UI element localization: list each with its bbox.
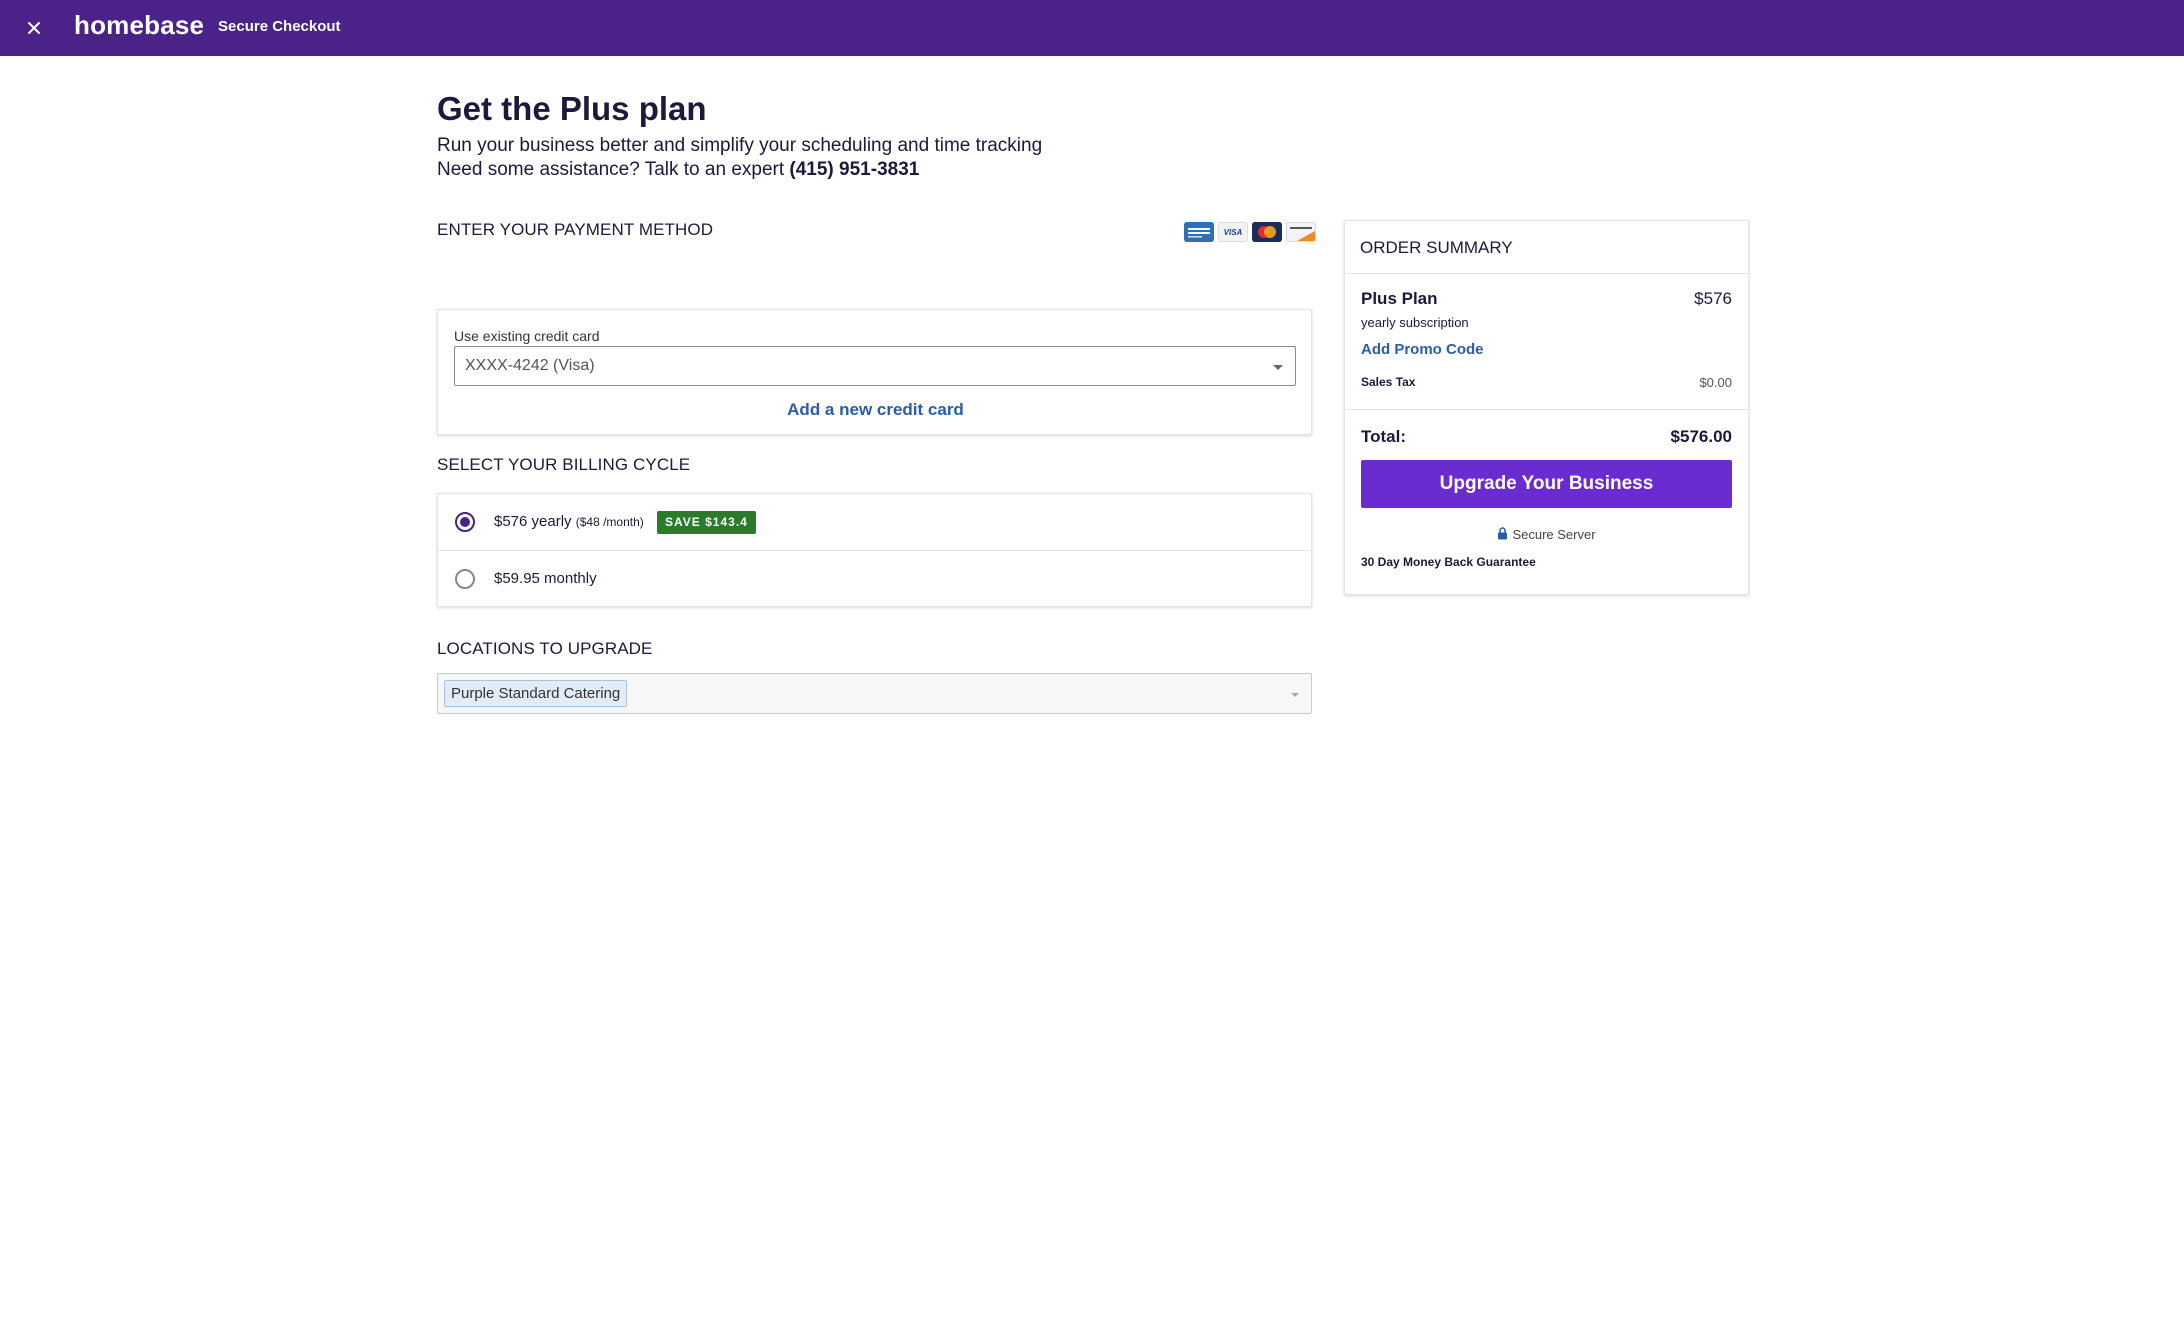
phone-number[interactable]: (415) 951-3831 (789, 159, 919, 180)
chevron-down-icon (1273, 365, 1283, 370)
mastercard-icon (1252, 222, 1282, 242)
order-summary-title: ORDER SUMMARY (1360, 238, 1513, 257)
assistance-label: Need some assistance? Talk to an expert (437, 159, 790, 180)
plan-price: $576 (1694, 289, 1732, 308)
location-tag[interactable]: Purple Standard Catering (444, 680, 628, 707)
secure-server: Secure Server (1345, 527, 1748, 543)
total-label: Total: (1361, 427, 1407, 446)
money-back-guarantee: 30 Day Money Back Guarantee (1361, 555, 1536, 569)
save-badge: SAVE $143.4 (657, 511, 756, 534)
sales-tax-value: $0.00 (1699, 375, 1732, 390)
order-summary-header: ORDER SUMMARY (1345, 221, 1748, 274)
secure-checkout-label: Secure Checkout (218, 18, 341, 35)
top-bar: homebase Secure Checkout (0, 0, 2184, 56)
summary-divider (1345, 409, 1748, 410)
total-value: $576.00 (1670, 427, 1732, 446)
lock-icon (1497, 527, 1508, 543)
billing-section-label: SELECT YOUR BILLING CYCLE (437, 455, 691, 474)
svg-text:VISA: VISA (1224, 228, 1243, 237)
selected-card-value: XXXX-4242 (Visa) (465, 357, 595, 374)
add-credit-card-link[interactable]: Add a new credit card (438, 400, 1313, 420)
assistance-text: Need some assistance? Talk to an expert … (437, 159, 919, 181)
radio-monthly[interactable] (455, 569, 475, 589)
brand-logo: homebase (74, 10, 205, 40)
existing-card-select[interactable]: XXXX-4242 (Visa) (454, 346, 1296, 386)
billing-options: $576 yearly ($48 /month) SAVE $143.4 $59… (437, 493, 1312, 607)
payment-card-box: Use existing credit card XXXX-4242 (Visa… (437, 309, 1312, 435)
radio-yearly[interactable] (455, 512, 475, 532)
discover-icon (1286, 222, 1316, 242)
yearly-detail: ($48 /month) (575, 515, 644, 529)
visa-icon: VISA (1218, 222, 1248, 242)
payment-section-label: ENTER YOUR PAYMENT METHOD (437, 220, 714, 239)
locations-select[interactable]: Purple Standard Catering (437, 673, 1312, 714)
order-summary: ORDER SUMMARY Plus Plan $576 yearly subs… (1344, 220, 1749, 595)
upgrade-button[interactable]: Upgrade Your Business (1361, 460, 1732, 508)
billing-option-monthly[interactable]: $59.95 monthly (438, 551, 1311, 608)
existing-card-label: Use existing credit card (454, 328, 600, 344)
card-icons: VISA (1184, 222, 1316, 242)
monthly-label: $59.95 monthly (494, 570, 597, 587)
chevron-down-icon (1291, 693, 1299, 697)
plan-name: Plus Plan (1361, 289, 1438, 308)
page-subtitle: Run your business better and simplify yo… (437, 135, 1043, 156)
yearly-label: $576 yearly (494, 513, 572, 530)
secure-server-label: Secure Server (1512, 527, 1596, 542)
amex-icon (1184, 222, 1214, 242)
sales-tax-label: Sales Tax (1361, 375, 1416, 389)
page-title: Get the Plus plan (437, 90, 707, 127)
billing-option-yearly[interactable]: $576 yearly ($48 /month) SAVE $143.4 (438, 494, 1311, 551)
locations-section-label: LOCATIONS TO UPGRADE (437, 639, 653, 658)
yearly-price-text: $576 yearly ($48 /month) (494, 513, 644, 530)
close-icon[interactable] (22, 16, 46, 40)
plan-subscription: yearly subscription (1361, 315, 1469, 330)
add-promo-code-link[interactable]: Add Promo Code (1361, 341, 1484, 358)
